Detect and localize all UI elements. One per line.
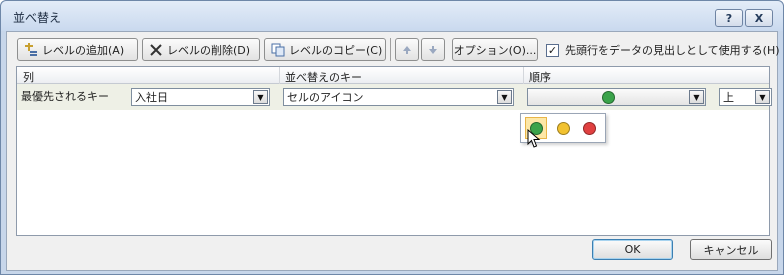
options-label: オプション(O)...: [453, 43, 537, 57]
column-divider: [523, 67, 524, 84]
column-header-column: 列: [23, 71, 34, 84]
add-level-icon: [24, 42, 38, 57]
toolbar-separator: [390, 38, 391, 61]
chevron-down-icon[interactable]: ▼: [689, 90, 704, 104]
order-direction-select[interactable]: 上 ▼: [719, 88, 772, 106]
arrow-down-icon: [426, 43, 440, 57]
copy-icon: [271, 43, 285, 57]
header-row-checkbox-label: 先頭行をデータの見出しとして使用する(H): [565, 44, 780, 57]
delete-level-button[interactable]: レベルの削除(D): [142, 38, 260, 61]
icon-option-red[interactable]: [578, 117, 600, 139]
close-button[interactable]: X: [745, 9, 773, 27]
sort-dialog: 並べ替え ? X レベルの追加(A) レベルの削除(D) レベルのコピー(C): [0, 0, 784, 275]
help-button[interactable]: ?: [715, 9, 743, 27]
copy-level-button[interactable]: レベルのコピー(C): [264, 38, 386, 61]
mouse-cursor-icon: [527, 129, 541, 148]
red-circle-icon: [582, 121, 596, 135]
options-button[interactable]: オプション(O)...: [452, 38, 538, 61]
delete-level-label: レベルの削除(D): [167, 43, 251, 57]
copy-level-label: レベルのコピー(C): [289, 43, 383, 57]
window-title: 並べ替え: [13, 11, 62, 25]
add-level-label: レベルの追加(A): [42, 43, 125, 57]
add-level-button[interactable]: レベルの追加(A): [17, 38, 138, 61]
dialog-body: レベルの追加(A) レベルの削除(D) レベルのコピー(C) オプション(O).…: [6, 31, 780, 271]
delete-x-icon: [149, 43, 163, 57]
sort-on-select[interactable]: セルのアイコン ▼: [283, 88, 514, 106]
arrow-up-icon: [400, 43, 414, 57]
sort-on-select-value: セルのアイコン: [287, 91, 364, 104]
column-header-order: 順序: [529, 71, 551, 84]
column-divider: [279, 67, 280, 84]
sort-level-label: 最優先されるキー: [21, 90, 109, 103]
order-direction-value: 上: [723, 91, 734, 104]
cancel-button[interactable]: キャンセル: [690, 239, 772, 260]
ok-label: OK: [624, 243, 641, 256]
header-row-checkbox[interactable]: ✓ 先頭行をデータの見出しとして使用する(H): [546, 42, 780, 58]
column-select-value: 入社日: [135, 91, 168, 104]
chevron-down-icon[interactable]: ▼: [253, 90, 268, 104]
header-row-checkbox-box[interactable]: ✓: [546, 43, 559, 57]
column-select[interactable]: 入社日 ▼: [131, 88, 270, 106]
chevron-down-icon[interactable]: ▼: [497, 90, 512, 104]
green-circle-icon: [602, 90, 615, 104]
ok-button[interactable]: OK: [592, 239, 673, 260]
title-bar: 並べ替え ? X: [1, 1, 783, 31]
yellow-circle-icon: [556, 121, 570, 135]
icon-option-yellow[interactable]: [552, 117, 574, 139]
column-header-sort-on: 並べ替えのキー: [285, 71, 362, 84]
grid-header: 列 並べ替えのキー 順序: [17, 67, 769, 84]
cancel-label: キャンセル: [703, 243, 759, 257]
move-up-button[interactable]: [395, 38, 419, 61]
chevron-down-icon[interactable]: ▼: [755, 90, 770, 104]
order-icon-select[interactable]: ▼: [527, 88, 706, 106]
sort-level-row[interactable]: 最優先されるキー 入社日 ▼ セルのアイコン ▼ ▼ 上 ▼: [17, 84, 772, 110]
sort-levels-grid: 列 並べ替えのキー 順序 最優先されるキー 入社日 ▼ セルのアイコン ▼ ▼ …: [16, 66, 772, 236]
move-down-button[interactable]: [421, 38, 445, 61]
